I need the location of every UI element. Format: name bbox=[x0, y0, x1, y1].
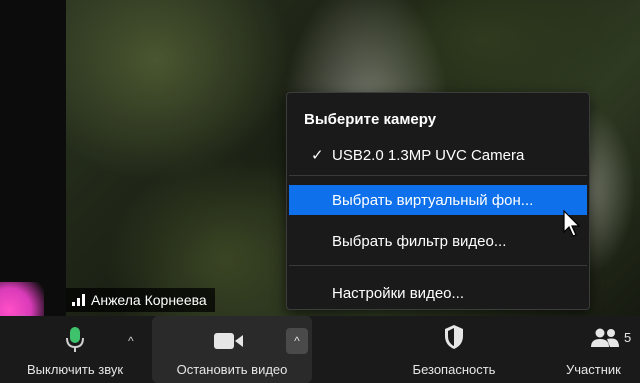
menu-divider bbox=[289, 265, 587, 266]
menu-item-video-filter[interactable]: Выбрать фильтр видео... bbox=[289, 227, 587, 255]
mute-label: Выключить звук bbox=[26, 362, 124, 377]
camera-icon bbox=[214, 333, 243, 349]
security-label: Безопасность bbox=[412, 362, 496, 377]
check-icon: ✓ bbox=[311, 147, 324, 164]
participant-name-label: Анжела Корнеева bbox=[66, 288, 215, 312]
mute-button[interactable]: ^ Выключить звук bbox=[0, 316, 150, 383]
participants-button[interactable]: 5 Участник bbox=[560, 316, 640, 383]
camera-menu: Выберите камеру ✓ USB2.0 1.3MP UVC Camer… bbox=[286, 92, 590, 310]
microphone-icon bbox=[66, 327, 84, 352]
camera-menu-header: Выберите камеру bbox=[304, 111, 437, 128]
menu-item-label: Настройки видео... bbox=[332, 284, 465, 302]
participants-count: 5 bbox=[624, 330, 632, 345]
caret-up-icon[interactable]: ^ bbox=[128, 334, 134, 348]
menu-item-label: Выбрать виртуальный фон... bbox=[332, 191, 534, 209]
cursor-icon bbox=[563, 210, 581, 237]
shield-icon bbox=[445, 325, 463, 349]
participants-icon bbox=[591, 328, 619, 347]
menu-item-camera[interactable]: ✓ USB2.0 1.3MP UVC Camera bbox=[289, 141, 587, 169]
participants-label: Участник bbox=[566, 362, 621, 377]
participant-name: Анжела Корнеева bbox=[91, 292, 207, 308]
menu-divider bbox=[289, 175, 587, 176]
menu-item-virtual-background[interactable]: Выбрать виртуальный фон... bbox=[289, 185, 587, 215]
stop-video-button[interactable]: ^ Остановить видео bbox=[152, 316, 312, 383]
menu-item-label: USB2.0 1.3MP UVC Camera bbox=[332, 146, 525, 164]
security-button[interactable]: Безопасность bbox=[384, 316, 524, 383]
caret-up-icon[interactable]: ^ bbox=[286, 328, 308, 354]
menu-item-label: Выбрать фильтр видео... bbox=[332, 232, 507, 250]
meeting-toolbar: ^ Выключить звук ^ Остановить видео Безо… bbox=[0, 316, 640, 383]
menu-item-video-settings[interactable]: Настройки видео... bbox=[289, 279, 587, 307]
signal-icon bbox=[72, 294, 85, 306]
caret-glyph: ^ bbox=[294, 334, 300, 348]
decorative-flare bbox=[0, 282, 44, 316]
stop-video-label: Остановить видео bbox=[176, 362, 288, 377]
left-strip bbox=[0, 0, 66, 316]
